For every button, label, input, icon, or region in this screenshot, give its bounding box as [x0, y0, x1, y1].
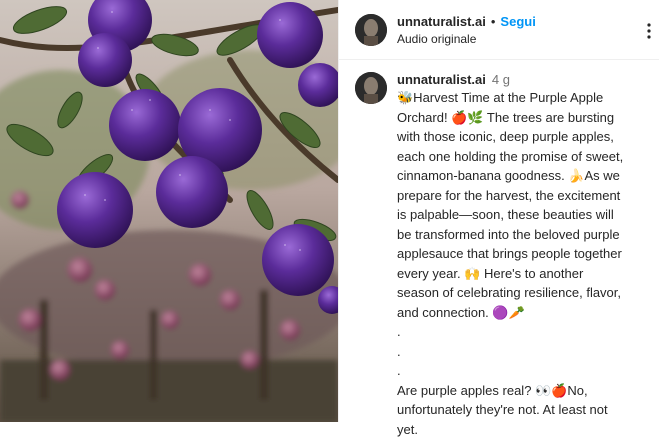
caption-line: be transformed into the beloved purple: [397, 225, 655, 245]
post-image[interactable]: [0, 0, 338, 422]
more-options-icon[interactable]: [643, 22, 655, 40]
caption-line: .: [397, 342, 655, 362]
caption-line: and connection. 🟣🥕: [397, 303, 655, 323]
caption-line: with those iconic, deep purple apples,: [397, 127, 655, 147]
header-text: unnaturalist.ai • Segui Audio originale: [397, 14, 536, 46]
purple-apple-orchard-image: [0, 0, 338, 422]
instagram-post: unnaturalist.ai • Segui Audio originale: [0, 0, 659, 422]
comment-timestamp[interactable]: 4 g: [492, 72, 510, 87]
caption-line: season of celebrating resilience, flavor…: [397, 283, 655, 303]
caption-line: each one holding the promise of sweet,: [397, 147, 655, 167]
separator-dot: •: [491, 14, 496, 29]
caption-line: every year. 🙌 Here's to another: [397, 264, 655, 284]
comment-avatar[interactable]: [355, 72, 387, 104]
comment-username[interactable]: unnaturalist.ai: [397, 72, 486, 87]
caption-line: cinnamon-banana goodness. 🍌As we: [397, 166, 655, 186]
caption-line: yet.: [397, 420, 655, 439]
caption-line: unfortunately they're not. At least not: [397, 400, 655, 420]
caption-line: is palpable—soon, these beauties will: [397, 205, 655, 225]
comment-body: unnaturalist.ai 4 g 🐝Harvest Time at the…: [397, 72, 655, 439]
post-header: unnaturalist.ai • Segui Audio originale: [339, 0, 659, 60]
audio-link[interactable]: Audio originale: [397, 32, 536, 46]
caption-line: prepare for the harvest, the excitement: [397, 186, 655, 206]
profile-avatar[interactable]: [355, 14, 387, 46]
caption-line: Are purple apples real? 👀🍎No,: [397, 381, 655, 401]
caption-text: 🐝Harvest Time at the Purple AppleOrchard…: [397, 88, 655, 439]
comment-meta: unnaturalist.ai 4 g: [397, 72, 655, 87]
avatar-image: [355, 72, 387, 104]
caption-line: Orchard! 🍎🌿 The trees are bursting: [397, 108, 655, 128]
header-username[interactable]: unnaturalist.ai: [397, 14, 486, 29]
follow-button[interactable]: Segui: [500, 14, 535, 29]
caption-line: .: [397, 322, 655, 342]
caption-line: applesauce that brings people together: [397, 244, 655, 264]
caption-line: .: [397, 361, 655, 381]
caption-line: 🐝Harvest Time at the Purple Apple: [397, 88, 655, 108]
post-sidebar: unnaturalist.ai • Segui Audio originale: [338, 0, 659, 422]
header-line: unnaturalist.ai • Segui: [397, 14, 536, 29]
avatar-image: [355, 14, 387, 46]
caption-comment: unnaturalist.ai 4 g 🐝Harvest Time at the…: [339, 60, 659, 439]
